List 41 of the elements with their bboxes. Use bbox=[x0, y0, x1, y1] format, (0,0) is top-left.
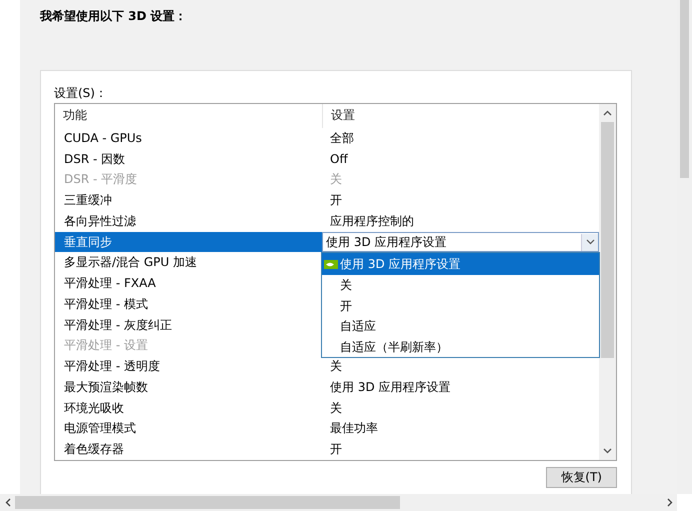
setting-cell[interactable]: 应用程序控制的 bbox=[322, 210, 599, 232]
setting-cell[interactable]: 开 bbox=[322, 439, 599, 460]
vertical-scrollbar[interactable] bbox=[599, 104, 616, 460]
chevron-right-icon bbox=[666, 498, 672, 507]
chevron-down-icon bbox=[603, 448, 612, 454]
chevron-left-icon bbox=[4, 498, 10, 507]
dropdown-option[interactable]: 开 bbox=[322, 296, 599, 316]
dropdown-option[interactable]: 使用 3D 应用程序设置 bbox=[322, 253, 599, 276]
page-horizontal-scrollbar[interactable] bbox=[0, 494, 677, 511]
page-vertical-scrollbar[interactable] bbox=[677, 0, 692, 494]
column-header[interactable]: 功能 bbox=[55, 104, 322, 128]
setting-cell[interactable]: 使用 3D 应用程序设置 bbox=[322, 376, 599, 398]
feature-cell[interactable]: 平滑处理 - 灰度纠正 bbox=[55, 314, 322, 336]
setting-cell[interactable]: 最佳功率 bbox=[322, 418, 599, 440]
feature-cell[interactable]: 电源管理模式 bbox=[55, 418, 322, 440]
feature-cell[interactable]: 着色缓存器 bbox=[55, 439, 322, 460]
dropdown-option[interactable]: 自适应（半刷新率） bbox=[322, 336, 599, 358]
feature-cell[interactable]: 平滑处理 - FXAA bbox=[55, 273, 322, 294]
setting-cell[interactable]: 开 bbox=[322, 190, 599, 211]
feature-cell[interactable]: DSR - 因数 bbox=[55, 148, 322, 170]
feature-cell[interactable]: 多显示器/混合 GPU 加速 bbox=[55, 252, 322, 274]
feature-cell[interactable]: 环境光吸收 bbox=[55, 398, 322, 418]
feature-cell[interactable]: 平滑处理 - 透明度 bbox=[55, 356, 322, 377]
setting-dropdown[interactable]: 使用 3D 应用程序设置 bbox=[322, 232, 599, 252]
restore-button[interactable]: 恢复(T) bbox=[546, 467, 617, 488]
setting-cell[interactable]: 关 bbox=[322, 398, 599, 418]
feature-cell[interactable]: 各向异性过滤 bbox=[55, 210, 322, 232]
feature-cell[interactable]: 最大预渲染帧数 bbox=[55, 376, 322, 398]
section-heading: 我希望使用以下 3D 设置： bbox=[40, 8, 188, 24]
feature-cell[interactable]: 垂直同步 bbox=[55, 232, 322, 252]
feature-cell[interactable]: CUDA - GPUs bbox=[55, 128, 322, 149]
dropdown-option[interactable]: 自适应 bbox=[322, 316, 599, 337]
setting-cell[interactable]: 关 bbox=[322, 356, 599, 377]
setting-cell[interactable]: 全部 bbox=[322, 128, 599, 149]
feature-cell[interactable]: 平滑处理 - 模式 bbox=[55, 294, 322, 315]
dropdown-option[interactable]: 关 bbox=[322, 275, 599, 296]
chevron-up-icon bbox=[603, 110, 612, 116]
chevron-down-icon bbox=[586, 239, 594, 246]
settings-label: 设置(S)： bbox=[54, 85, 108, 102]
setting-cell[interactable]: Off bbox=[322, 148, 599, 170]
feature-cell[interactable]: 三重缓冲 bbox=[55, 190, 322, 211]
